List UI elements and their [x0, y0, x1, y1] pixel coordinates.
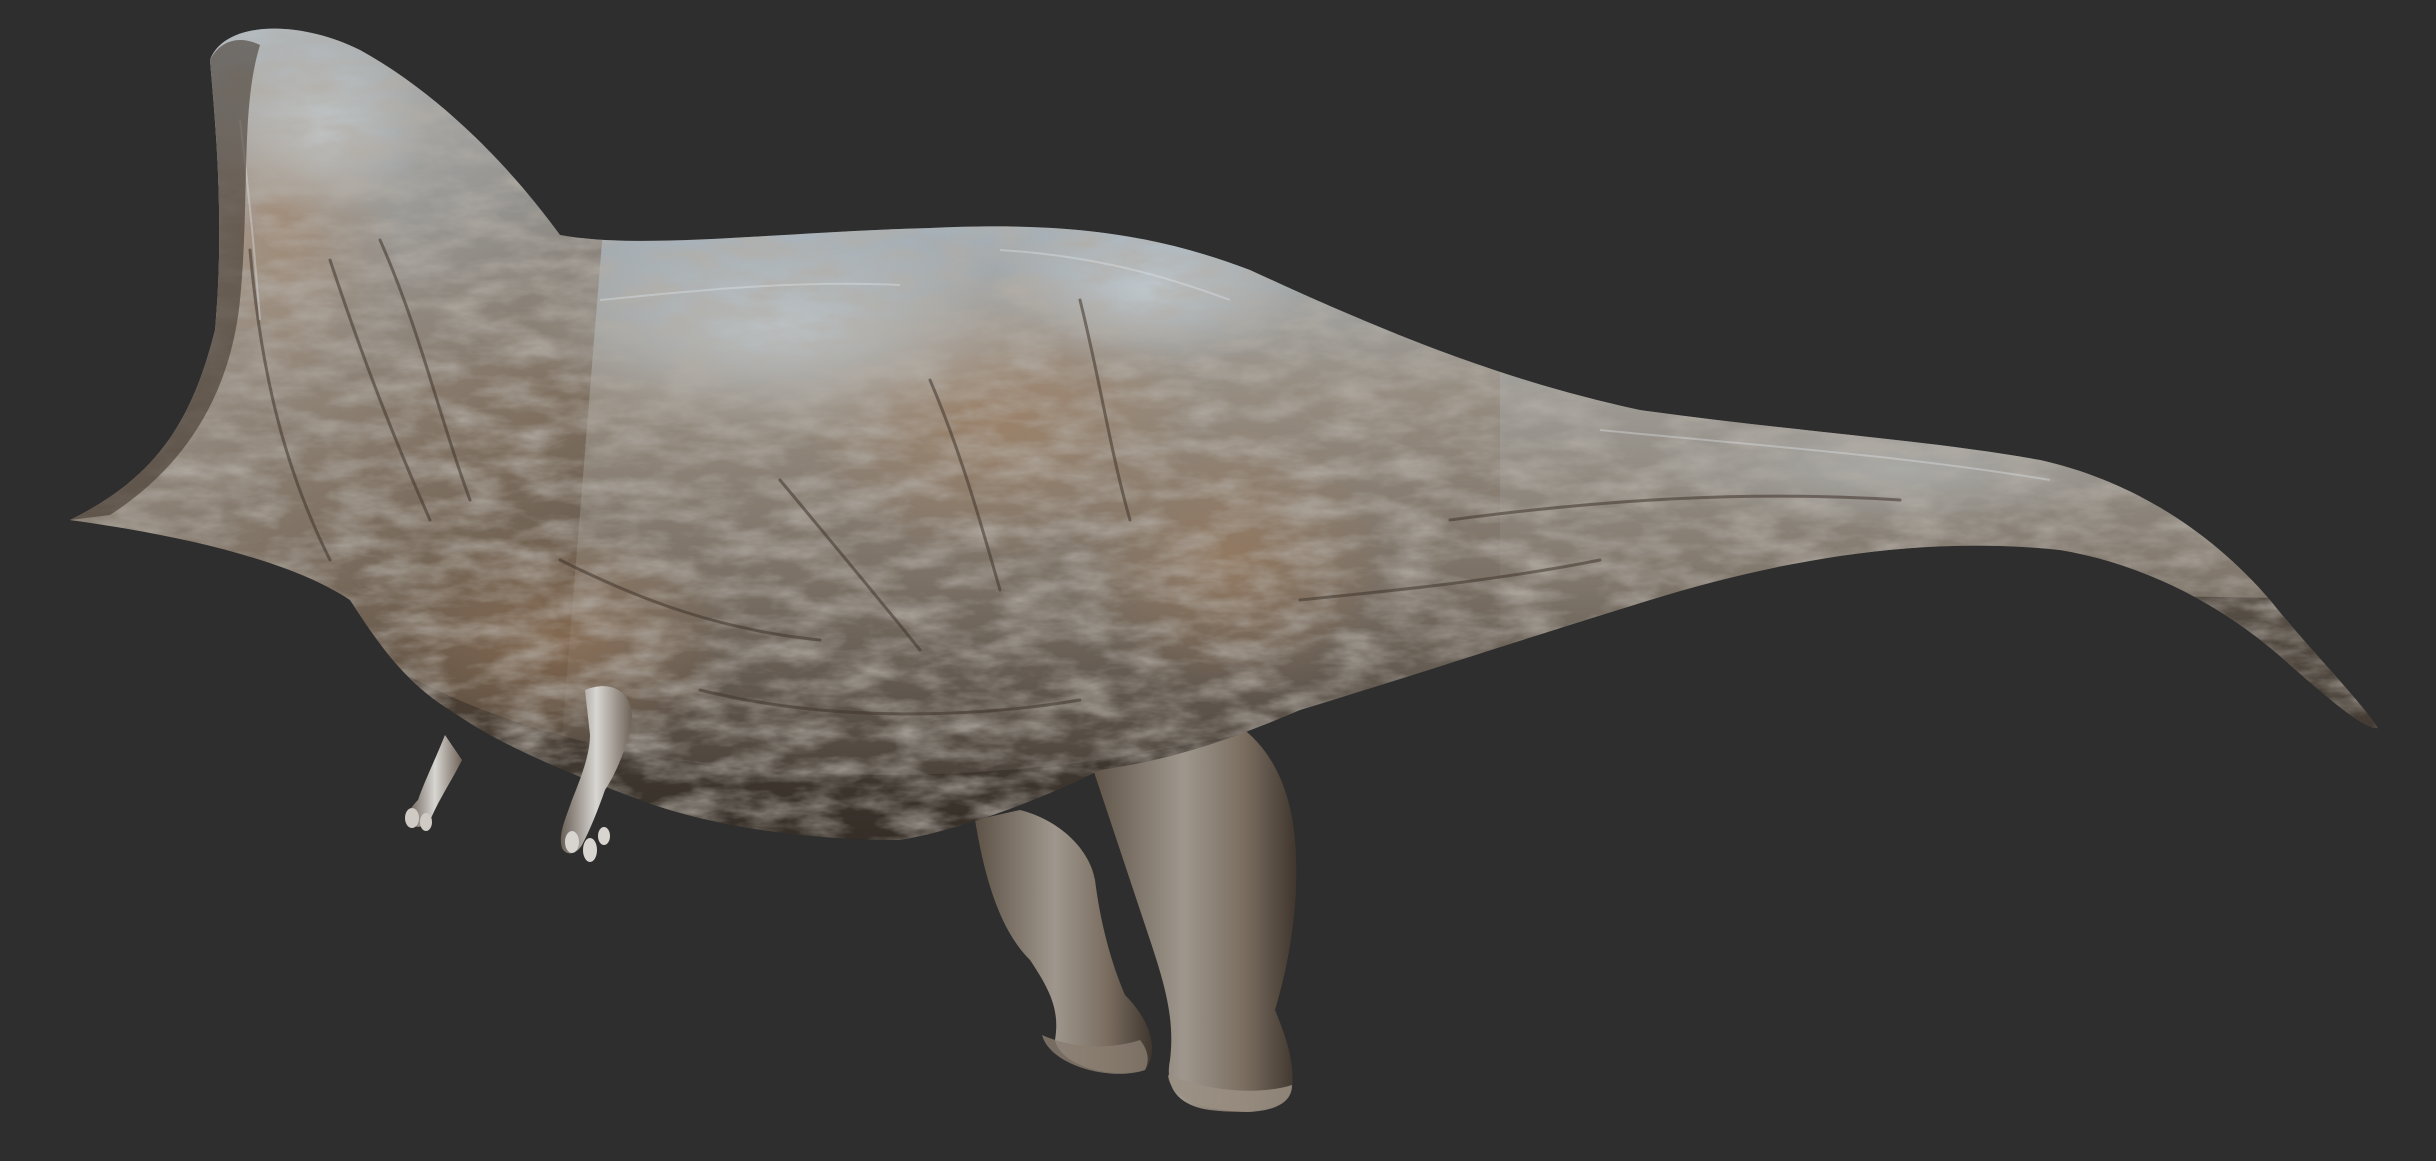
dinosaur-render: [70, 28, 2378, 1112]
render-viewport: [0, 0, 2436, 1161]
